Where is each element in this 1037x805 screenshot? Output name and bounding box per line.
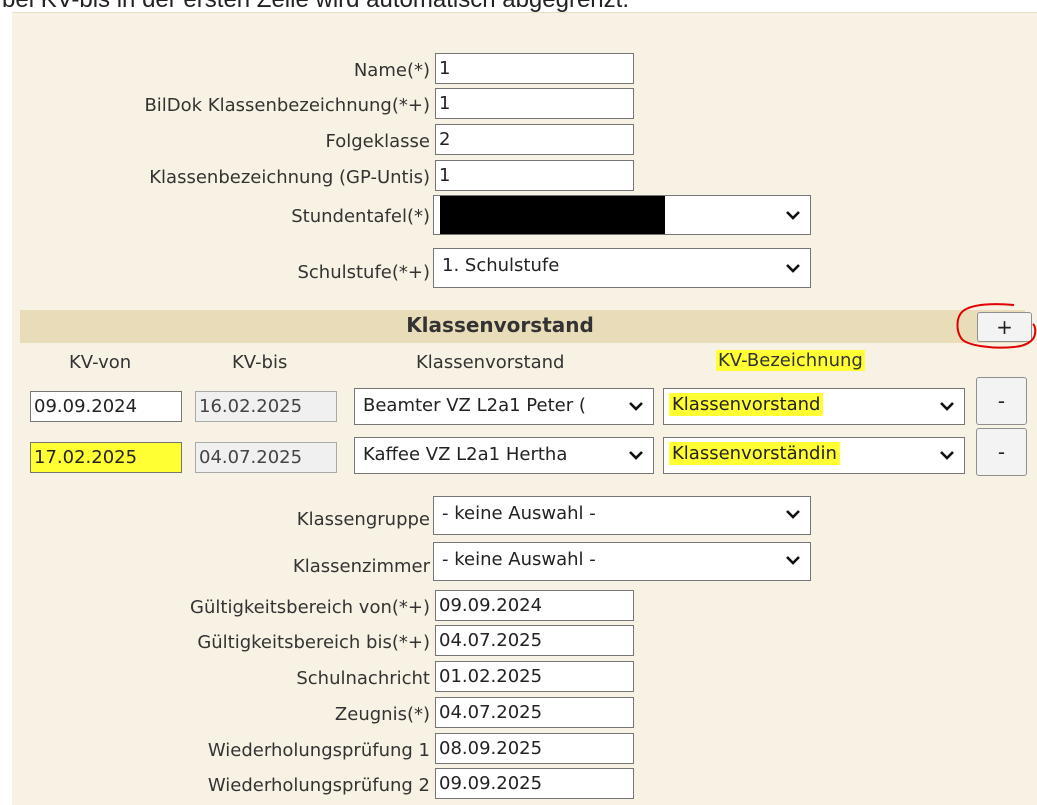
- remove-kv-button[interactable]: -: [976, 428, 1027, 476]
- klassenzimmer-value: - keine Auswahl -: [442, 549, 596, 570]
- klassengruppe-select[interactable]: - keine Auswahl -: [433, 496, 811, 535]
- kv-bezeichnung-select[interactable]: Klassenvorständin: [663, 437, 965, 474]
- schulstufe-label: Schulstufe(*+): [297, 262, 430, 283]
- klassenzimmer-label: Klassenzimmer: [292, 556, 430, 577]
- stundentafel-select[interactable]: [433, 195, 811, 235]
- wdh2-label: Wiederholungsprüfung 2: [207, 775, 430, 796]
- stundentafel-label: Stundentafel(*): [291, 206, 430, 227]
- name-input[interactable]: [435, 53, 634, 84]
- chevron-down-icon: [940, 402, 954, 411]
- klassenvorstand-value: Beamter VZ L2a1 Peter (: [363, 395, 586, 416]
- remove-kv-label: -: [997, 440, 1006, 464]
- kv-von-input[interactable]: [30, 391, 182, 422]
- col-klassenvorstand: Klassenvorstand: [416, 352, 565, 373]
- wdh2-input[interactable]: [435, 768, 634, 799]
- chevron-down-icon: [786, 264, 800, 273]
- kv-bis-input[interactable]: [195, 442, 337, 473]
- klassengruppe-value: - keine Auswahl -: [442, 503, 596, 524]
- chevron-down-icon: [786, 510, 800, 519]
- gp-untis-input[interactable]: [435, 160, 634, 191]
- klassenvorstand-select[interactable]: Beamter VZ L2a1 Peter (: [354, 388, 654, 425]
- chevron-down-icon: [629, 402, 643, 411]
- annotation-circle: [956, 303, 1037, 349]
- folgeklasse-input[interactable]: [435, 124, 634, 155]
- schulnachricht-label: Schulnachricht: [296, 668, 430, 689]
- gueltig-bis-label: Gültigkeitsbereich bis(*+): [197, 632, 430, 653]
- klassengruppe-label: Klassengruppe: [296, 509, 430, 530]
- chevron-down-icon: [786, 211, 800, 220]
- name-label: Name(*): [353, 60, 430, 81]
- zeugnis-input[interactable]: [435, 697, 634, 728]
- kv-bezeichnung-value: Klassenvorständin: [669, 442, 840, 465]
- klassenzimmer-select[interactable]: - keine Auswahl -: [433, 542, 811, 581]
- kv-bis-input[interactable]: [195, 391, 337, 422]
- col-kv-bis: KV-bis: [232, 352, 288, 373]
- wdh1-input[interactable]: [435, 733, 634, 764]
- kv-bezeichnung-select[interactable]: Klassenvorstand: [663, 388, 965, 425]
- col-kv-von: KV-von: [69, 352, 132, 373]
- klassenvorstand-select[interactable]: Kaffee VZ L2a1 Hertha: [354, 437, 654, 474]
- klassenvorstand-value: Kaffee VZ L2a1 Hertha: [363, 444, 568, 465]
- kv-section-title: Klassenvorstand: [406, 313, 594, 337]
- gp-untis-label: Klassenbezeichnung (GP-Untis): [149, 167, 430, 188]
- kv-bezeichnung-value: Klassenvorstand: [669, 393, 824, 416]
- bildok-label: BilDok Klassenbezeichnung(*+): [144, 95, 430, 116]
- schulnachricht-input[interactable]: [435, 661, 634, 692]
- remove-kv-label: -: [997, 389, 1006, 413]
- folgeklasse-label: Folgeklasse: [325, 131, 430, 152]
- wdh1-label: Wiederholungsprüfung 1: [207, 740, 430, 761]
- redaction-block: [440, 196, 665, 234]
- gueltig-bis-input[interactable]: [435, 625, 634, 656]
- chevron-down-icon: [786, 556, 800, 565]
- col-kv-bezeichnung: KV-Bezeichnung: [716, 350, 865, 371]
- gueltig-von-label: Gültigkeitsbereich von(*+): [190, 597, 430, 618]
- kv-section-header: Klassenvorstand: [20, 310, 1025, 343]
- gueltig-von-input[interactable]: [435, 590, 634, 621]
- bildok-input[interactable]: [435, 88, 634, 119]
- kv-von-input[interactable]: [30, 442, 182, 473]
- chevron-down-icon: [629, 451, 643, 460]
- schulstufe-value: 1. Schulstufe: [442, 255, 560, 276]
- schulstufe-select[interactable]: 1. Schulstufe: [433, 248, 811, 288]
- zeugnis-label: Zeugnis(*): [334, 704, 430, 725]
- chevron-down-icon: [940, 451, 954, 460]
- remove-kv-button[interactable]: -: [976, 377, 1027, 425]
